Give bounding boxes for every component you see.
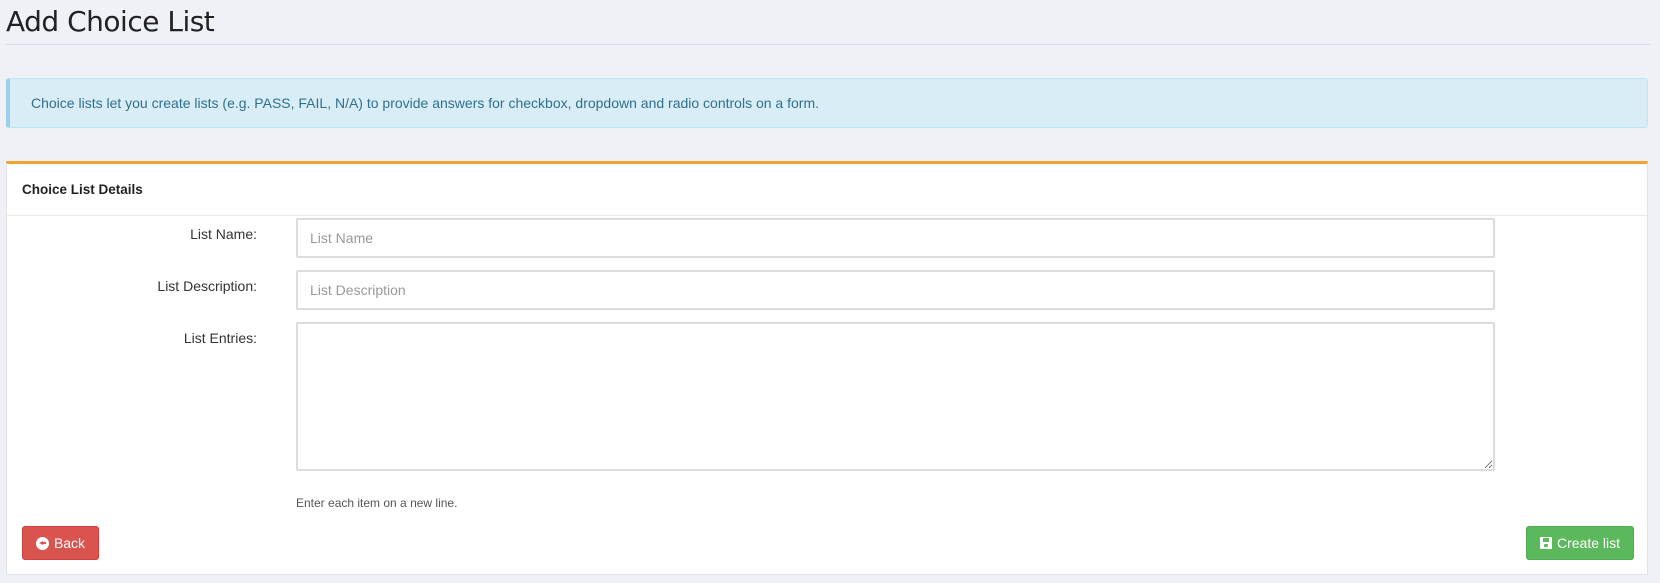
list-description-label: List Description: <box>157 278 257 294</box>
floppy-disk-icon <box>1539 537 1552 549</box>
create-list-button-label: Create list <box>1556 535 1621 551</box>
choice-list-details-panel: Choice List Details List Name: List Desc… <box>6 161 1648 575</box>
list-entries-help-text: Enter each item on a new line. <box>296 496 458 510</box>
circle-arrow-left-icon <box>35 536 49 550</box>
create-list-button[interactable]: Create list <box>1526 526 1634 560</box>
list-name-input[interactable] <box>296 218 1495 258</box>
page: Add Choice List Choice lists let you cre… <box>0 0 1660 583</box>
title-divider <box>6 44 1650 45</box>
panel-title: Choice List Details <box>22 182 143 197</box>
back-button-label: Back <box>53 535 86 551</box>
list-description-input[interactable] <box>296 270 1495 310</box>
info-alert: Choice lists let you create lists (e.g. … <box>6 78 1648 128</box>
page-title: Add Choice List <box>6 5 215 38</box>
panel-heading: Choice List Details <box>7 164 1647 216</box>
list-entries-textarea[interactable] <box>296 322 1495 471</box>
back-button[interactable]: Back <box>22 526 99 560</box>
info-alert-text: Choice lists let you create lists (e.g. … <box>31 95 819 111</box>
list-entries-label: List Entries: <box>183 330 257 346</box>
list-name-label: List Name: <box>190 226 257 242</box>
